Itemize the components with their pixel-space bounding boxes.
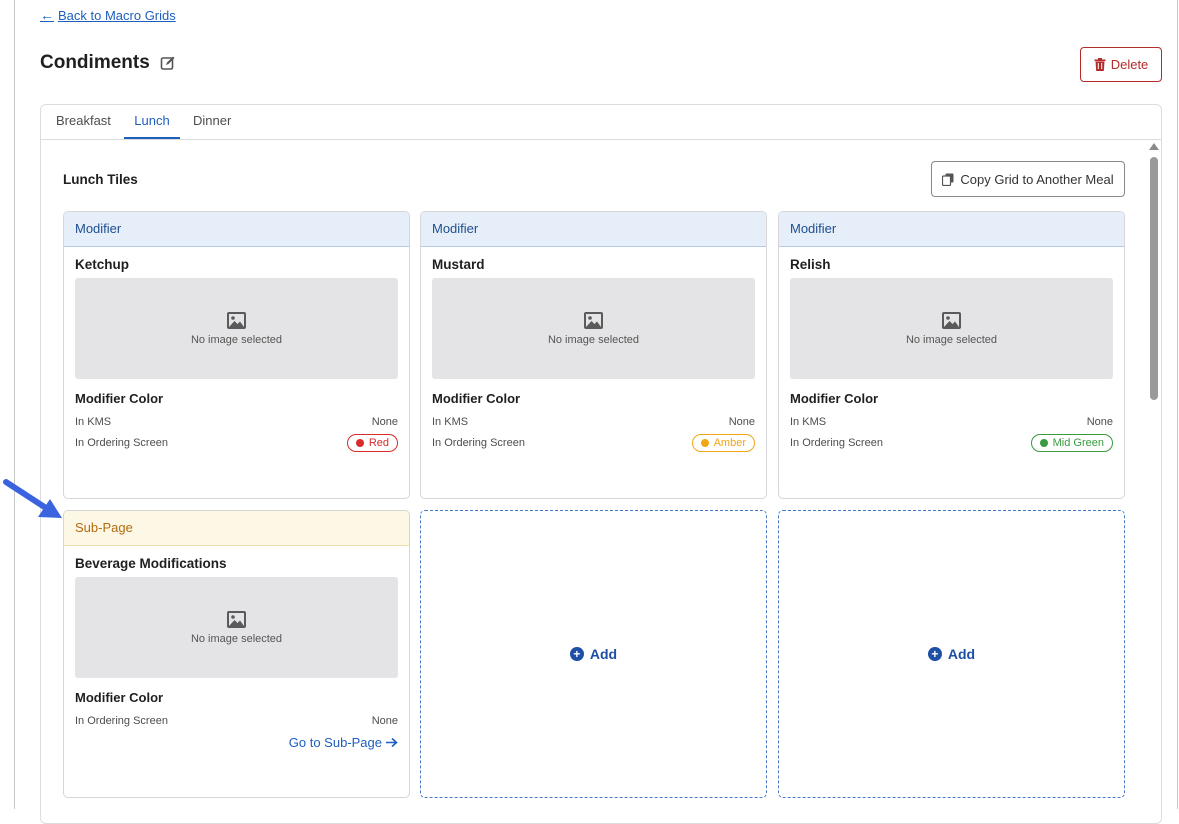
ordering-screen-row: In Ordering Screen Mid Green [790, 433, 1113, 453]
back-link-label: Back to Macro Grids [58, 7, 176, 23]
tile-name: Ketchup [75, 257, 129, 272]
tile-ketchup[interactable]: Modifier Ketchup No image selected Modif… [63, 211, 410, 499]
color-badge: Red [346, 434, 398, 452]
modifier-color-title: Modifier Color [75, 391, 164, 406]
ordering-screen-label: In Ordering Screen [75, 715, 168, 727]
window-border-left [14, 0, 15, 809]
add-button-content: + Add [927, 646, 976, 662]
annotation-arrow [3, 479, 62, 518]
tile-beverage-modifications[interactable]: Sub-Page Beverage Modifications No image… [63, 510, 410, 798]
tile-type-header: Modifier [421, 212, 766, 247]
kms-value: None [728, 416, 755, 428]
title-row: Condiments [40, 52, 176, 74]
arrow-left-icon: ← [40, 7, 54, 23]
tile-name: Mustard [432, 257, 485, 272]
image-placeholder: No image selected [432, 278, 755, 379]
modifier-color-title: Modifier Color [75, 690, 164, 705]
kms-label: In KMS [790, 416, 827, 428]
copy-icon [942, 173, 954, 186]
color-badge-label: Mid Green [1052, 437, 1104, 449]
scroll-thumb[interactable] [1150, 157, 1158, 400]
add-tile-button[interactable]: + Add [420, 510, 767, 798]
tile-relish[interactable]: Modifier Relish No image selected Modifi… [778, 211, 1125, 499]
add-tile-button[interactable]: + Add [778, 510, 1125, 798]
kms-label: In KMS [432, 416, 469, 428]
go-to-sub-page-link[interactable]: Go to Sub-Page [289, 735, 398, 750]
color-badge-label: Amber [713, 437, 746, 449]
scroll-up-icon[interactable] [1149, 143, 1159, 150]
kms-row: In KMS None [790, 414, 1113, 430]
tile-type-header: Sub-Page [64, 511, 409, 546]
trash-icon [1094, 58, 1106, 71]
image-placeholder-text: No image selected [190, 632, 283, 645]
image-placeholder-text: No image selected [547, 333, 640, 346]
tab-breakfast[interactable]: Breakfast [56, 105, 111, 139]
plus-circle-icon: + [927, 647, 942, 661]
kms-row: In KMS None [432, 414, 755, 430]
ordering-screen-label: In Ordering Screen [432, 437, 525, 449]
tile-name: Relish [790, 257, 831, 272]
meal-tabs: Breakfast Lunch Dinner [41, 105, 1161, 140]
window-border-right [1177, 0, 1178, 809]
tile-name: Beverage Modifications [75, 556, 227, 571]
image-placeholder-text: No image selected [905, 333, 998, 346]
copy-grid-button[interactable]: Copy Grid to Another Meal [931, 161, 1125, 197]
image-placeholder: No image selected [790, 278, 1113, 379]
scrollbar[interactable] [1147, 143, 1161, 823]
ordering-screen-value: None [371, 715, 398, 727]
ordering-screen-label: In Ordering Screen [75, 437, 168, 449]
section-title: Lunch Tiles [63, 172, 138, 187]
color-badge-label: Red [368, 437, 389, 449]
tile-mustard[interactable]: Modifier Mustard No image selected Modif… [420, 211, 767, 499]
image-placeholder-text: No image selected [190, 333, 283, 346]
kms-label: In KMS [75, 416, 112, 428]
image-icon [227, 610, 246, 628]
image-icon [942, 311, 961, 329]
tile-type-header: Modifier [779, 212, 1124, 247]
ordering-screen-row: In Ordering Screen Red [75, 433, 398, 453]
tile-type-header: Modifier [64, 212, 409, 247]
add-label: Add [589, 646, 618, 662]
color-dot [700, 439, 709, 447]
arrow-right-icon [386, 737, 398, 748]
plus-circle-icon: + [569, 647, 584, 661]
color-badge: Amber [691, 434, 755, 452]
copy-grid-label: Copy Grid to Another Meal [960, 171, 1114, 187]
page-title: Condiments [40, 52, 150, 73]
ordering-screen-label: In Ordering Screen [790, 437, 883, 449]
add-button-content: + Add [569, 646, 618, 662]
kms-value: None [1086, 416, 1113, 428]
tab-dinner[interactable]: Dinner [193, 105, 231, 139]
delete-label: Delete [1110, 57, 1149, 72]
add-label: Add [947, 646, 976, 662]
ordering-screen-row: In Ordering Screen Amber [432, 433, 755, 453]
tab-lunch[interactable]: Lunch [124, 105, 180, 139]
go-to-sub-page-label: Go to Sub-Page [288, 735, 382, 750]
image-placeholder: No image selected [75, 577, 398, 678]
meal-panel: Breakfast Lunch Dinner Lunch Tiles Copy … [40, 104, 1162, 824]
color-badge: Mid Green [1030, 434, 1113, 452]
kms-value: None [371, 416, 398, 428]
back-to-macro-grids-link[interactable]: ← Back to Macro Grids [40, 7, 176, 23]
color-dot [355, 439, 364, 447]
modifier-color-title: Modifier Color [790, 391, 879, 406]
ordering-screen-row: In Ordering Screen None [75, 713, 398, 729]
image-icon [584, 311, 603, 329]
kms-row: In KMS None [75, 414, 398, 430]
edit-icon[interactable] [160, 55, 176, 71]
color-dot [1039, 439, 1048, 447]
image-placeholder: No image selected [75, 278, 398, 379]
delete-button[interactable]: Delete [1080, 47, 1162, 82]
image-icon [227, 311, 246, 329]
modifier-color-title: Modifier Color [432, 391, 521, 406]
